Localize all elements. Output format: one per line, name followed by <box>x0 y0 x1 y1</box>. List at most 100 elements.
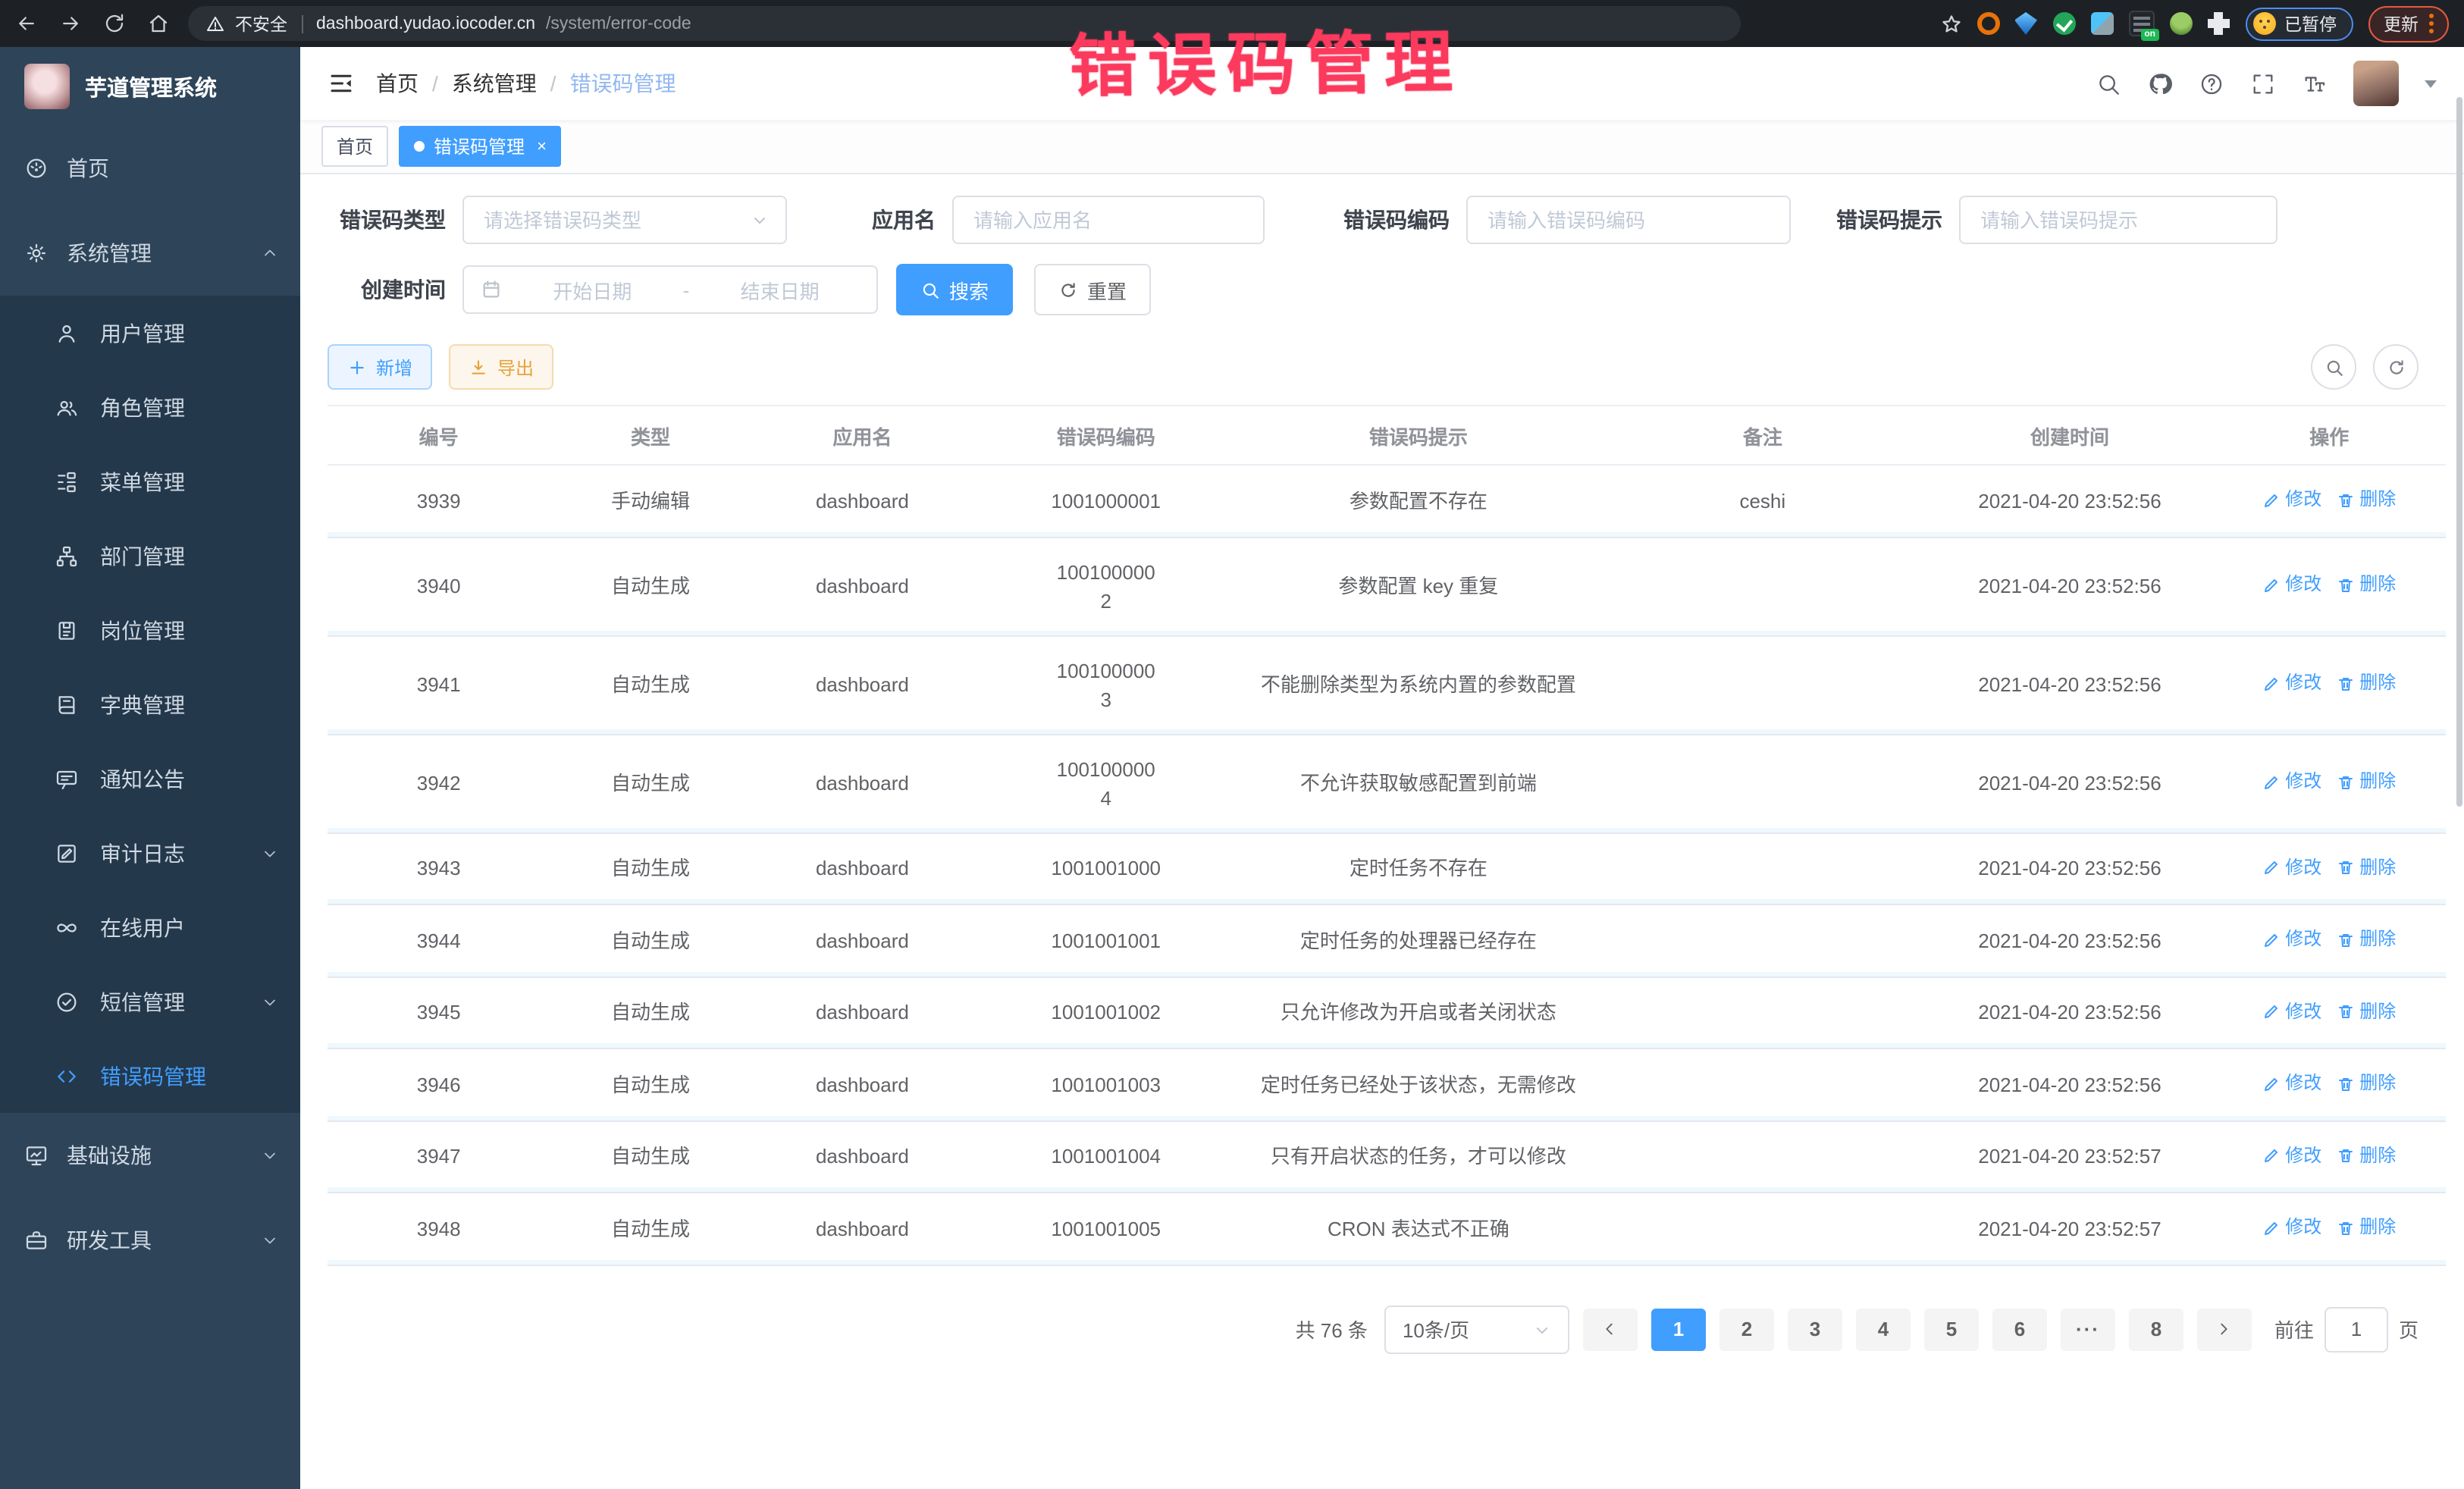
search-button[interactable]: 搜索 <box>896 264 1013 315</box>
address-bar[interactable]: 不安全 dashboard.yudao.iocoder.cn/system/er… <box>188 6 1741 41</box>
edit-button[interactable]: 修改 <box>2262 485 2321 514</box>
bookmark-star-icon[interactable] <box>1940 13 1961 34</box>
delete-button[interactable]: 删除 <box>2337 485 2396 514</box>
reload-icon[interactable] <box>103 12 126 35</box>
table-row: 3940 自动生成 dashboard 100100000 2 参数配置 key… <box>328 537 2446 635</box>
sidebar-item-3[interactable]: 角色管理 <box>0 370 300 444</box>
delete-button[interactable]: 删除 <box>2337 925 2396 954</box>
sidebar-item-12[interactable]: 错误码管理 <box>0 1039 300 1113</box>
sidebar-toggle-icon[interactable] <box>328 70 355 97</box>
paused-extension-badge[interactable]: 已暂停 <box>2245 7 2353 40</box>
page-button-5[interactable]: 5 <box>1924 1308 1979 1350</box>
delete-button[interactable]: 删除 <box>2337 1069 2396 1098</box>
extensions-puzzle-icon[interactable] <box>2207 12 2230 35</box>
error-message-input[interactable] <box>1959 196 2277 244</box>
page-button-8[interactable]: 8 <box>2129 1308 2183 1350</box>
refresh-table-button[interactable] <box>2373 344 2419 390</box>
sidebar-item-7[interactable]: 字典管理 <box>0 667 300 741</box>
sidebar-item-2[interactable]: 用户管理 <box>0 296 300 370</box>
edit-button[interactable]: 修改 <box>2262 768 2321 797</box>
scrollbar-thumb[interactable] <box>2456 97 2462 807</box>
page-size-select[interactable]: 10条/页 <box>1384 1305 1569 1353</box>
edit-button[interactable]: 修改 <box>2262 925 2321 954</box>
edit-button[interactable]: 修改 <box>2262 669 2321 698</box>
delete-button[interactable]: 删除 <box>2337 571 2396 600</box>
edit-button[interactable]: 修改 <box>2262 1213 2321 1242</box>
page-button-6[interactable]: 6 <box>1992 1308 2047 1350</box>
filter-app-label: 应用名 <box>872 205 936 235</box>
tag-home[interactable]: 首页 <box>321 126 388 167</box>
menu-kebab-icon[interactable] <box>2429 14 2434 33</box>
edit-button[interactable]: 修改 <box>2262 1069 2321 1098</box>
close-icon[interactable]: × <box>537 137 547 155</box>
edit-button[interactable]: 修改 <box>2262 571 2321 600</box>
delete-button[interactable]: 删除 <box>2337 853 2396 882</box>
delete-button[interactable]: 删除 <box>2337 768 2396 797</box>
extension-icon[interactable] <box>1977 12 1999 35</box>
prev-page-button[interactable] <box>1583 1308 1638 1350</box>
user-avatar[interactable] <box>2353 61 2399 106</box>
font-size-icon[interactable] <box>2302 71 2328 96</box>
app-name-input[interactable] <box>952 196 1265 244</box>
sidebar-item-9[interactable]: 审计日志 <box>0 816 300 890</box>
page-button-3[interactable]: 3 <box>1788 1308 1842 1350</box>
more-pages-button[interactable]: ··· <box>2061 1308 2115 1350</box>
filter-time-label: 创建时间 <box>328 274 446 305</box>
tree-icon <box>55 469 79 494</box>
export-button[interactable]: 导出 <box>449 344 553 390</box>
column-header: 编号 <box>328 406 550 465</box>
back-icon[interactable] <box>15 12 38 35</box>
sidebar-item-8[interactable]: 通知公告 <box>0 741 300 816</box>
edit-button[interactable]: 修改 <box>2262 853 2321 882</box>
help-icon[interactable] <box>2199 71 2224 96</box>
date-range-picker[interactable]: 开始日期 - 结束日期 <box>462 265 878 314</box>
hide-search-button[interactable] <box>2311 344 2356 390</box>
goto-page-input[interactable]: 1 <box>2324 1306 2388 1352</box>
sidebar-item-6[interactable]: 岗位管理 <box>0 593 300 667</box>
delete-button[interactable]: 删除 <box>2337 1213 2396 1242</box>
extension-icon[interactable] <box>2052 12 2075 35</box>
sidebar: 芋道管理系统 首页系统管理用户管理角色管理菜单管理部门管理岗位管理字典管理通知公… <box>0 47 300 1489</box>
table-row: 3947 自动生成 dashboard 1001001004 只有开启状态的任务… <box>328 1121 2446 1193</box>
reset-button[interactable]: 重置 <box>1034 264 1151 315</box>
github-icon[interactable] <box>2147 71 2173 96</box>
next-page-button[interactable] <box>2197 1308 2252 1350</box>
extension-icon[interactable] <box>2090 12 2113 35</box>
page-button-4[interactable]: 4 <box>1856 1308 1911 1350</box>
delete-button[interactable]: 删除 <box>2337 1141 2396 1170</box>
table-header-row: 编号类型应用名错误码编码错误码提示备注创建时间操作 <box>328 406 2446 465</box>
search-icon[interactable] <box>2096 71 2121 96</box>
sidebar-item-10[interactable]: 在线用户 <box>0 890 300 964</box>
breadcrumb-home[interactable]: 首页 <box>376 68 419 99</box>
home-icon[interactable] <box>147 12 170 35</box>
extension-icon[interactable] <box>2014 12 2037 35</box>
delete-button[interactable]: 删除 <box>2337 997 2396 1026</box>
breadcrumb-system[interactable]: 系统管理 <box>452 68 537 99</box>
edit-button[interactable]: 修改 <box>2262 997 2321 1026</box>
sidebar-item-13[interactable]: 基础设施 <box>0 1113 300 1198</box>
add-button[interactable]: 新增 <box>328 344 432 390</box>
sidebar-item-4[interactable]: 菜单管理 <box>0 444 300 519</box>
fullscreen-icon[interactable] <box>2250 71 2276 96</box>
extension-icon[interactable] <box>2169 12 2192 35</box>
sidebar-item-11[interactable]: 短信管理 <box>0 964 300 1039</box>
calendar-icon <box>481 279 502 300</box>
sidebar-item-14[interactable]: 研发工具 <box>0 1198 300 1283</box>
breadcrumb: 首页 / 系统管理 / 错误码管理 <box>376 68 676 99</box>
extension-icon[interactable]: on <box>2128 11 2154 36</box>
edit-button[interactable]: 修改 <box>2262 1141 2321 1170</box>
sidebar-item-0[interactable]: 首页 <box>0 126 300 211</box>
tag-error-code[interactable]: 错误码管理× <box>399 126 562 167</box>
error-code-input[interactable] <box>1466 196 1791 244</box>
error-type-select[interactable] <box>462 196 787 244</box>
delete-button[interactable]: 删除 <box>2337 669 2396 698</box>
sidebar-item-1[interactable]: 系统管理 <box>0 211 300 296</box>
forward-icon[interactable] <box>59 12 82 35</box>
browser-update-button[interactable]: 更新 <box>2368 5 2449 42</box>
sidebar-item-5[interactable]: 部门管理 <box>0 519 300 593</box>
page-button-1[interactable]: 1 <box>1651 1308 1706 1350</box>
page-button-2[interactable]: 2 <box>1719 1308 1774 1350</box>
caret-down-icon[interactable] <box>2425 80 2437 87</box>
divider <box>301 14 303 33</box>
down-icon <box>261 844 279 862</box>
